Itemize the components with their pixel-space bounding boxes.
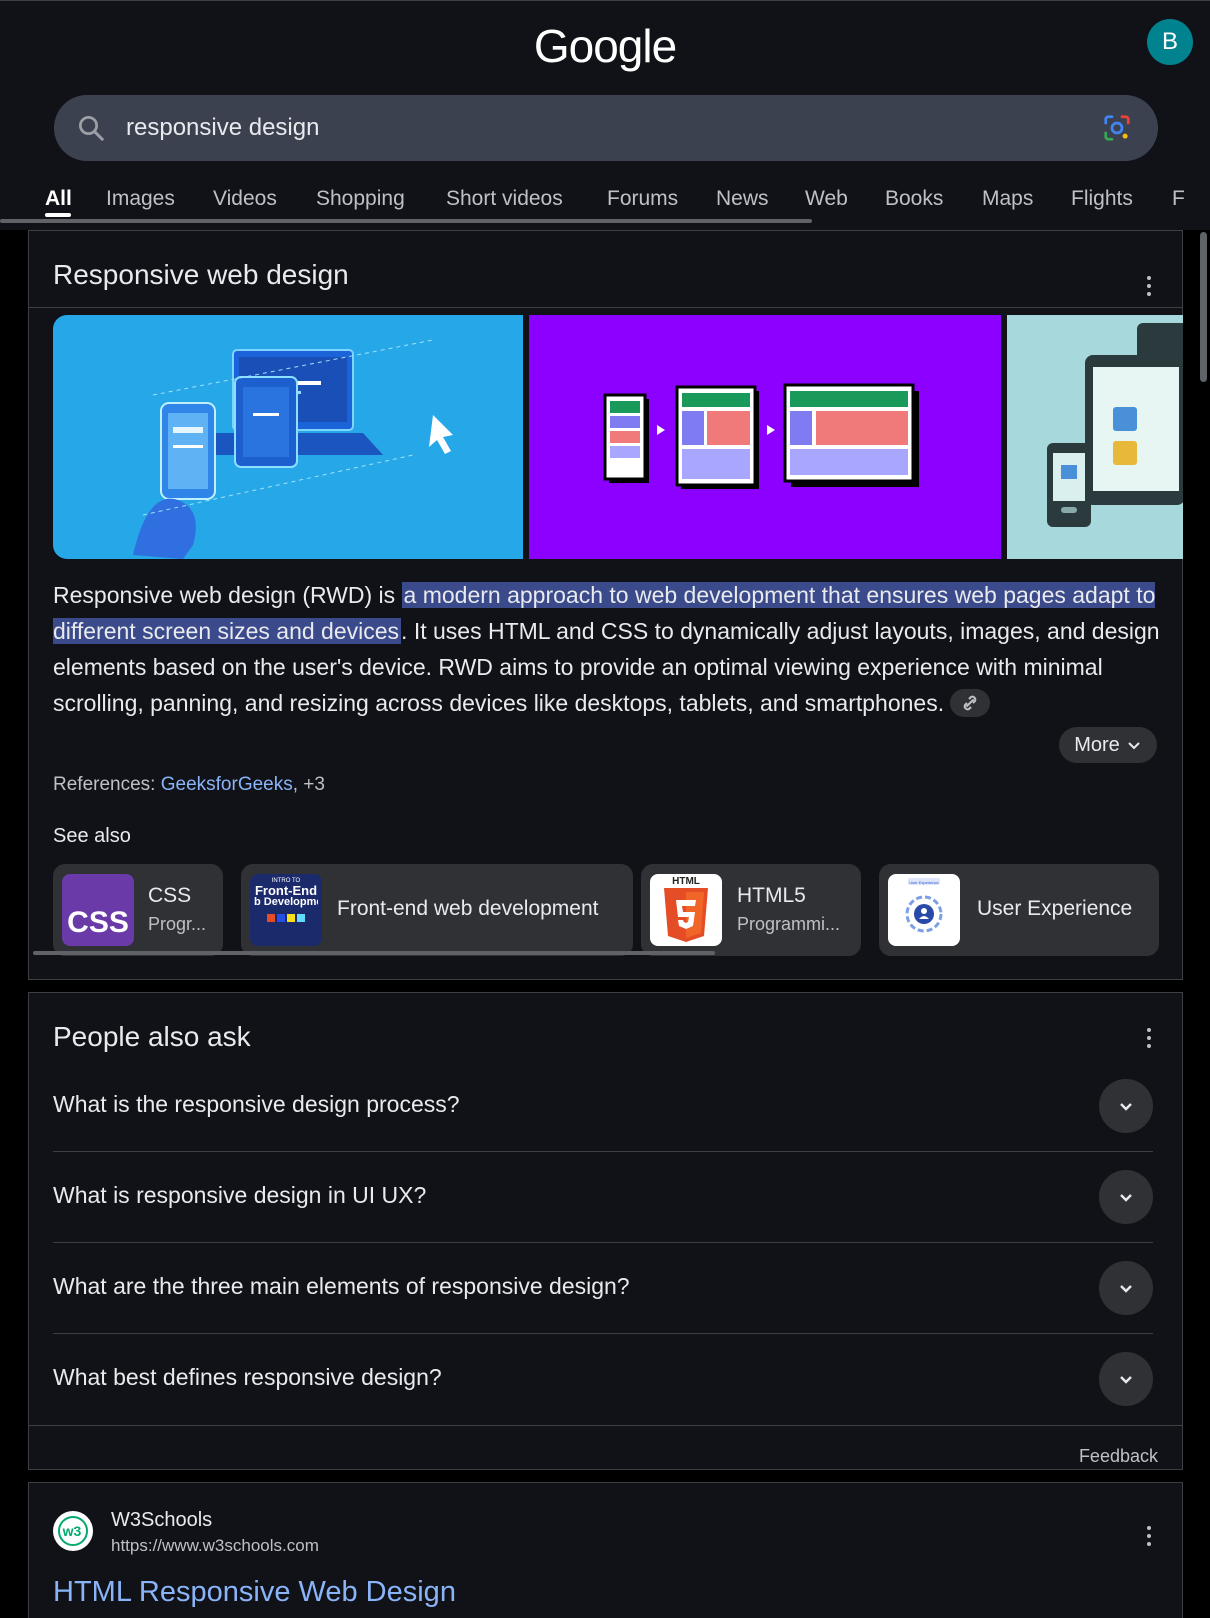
- page-scrollbar-thumb[interactable]: [1200, 232, 1207, 382]
- kebab-menu-icon[interactable]: [1139, 1523, 1159, 1549]
- tab-books[interactable]: Books: [885, 187, 943, 211]
- account-avatar[interactable]: B: [1147, 19, 1193, 65]
- google-lens-icon[interactable]: [1102, 113, 1132, 143]
- header: Google B responsive design All Images Vi…: [0, 0, 1210, 230]
- ux-diagram-text: User Experience: [909, 880, 939, 885]
- source-link-icon[interactable]: [950, 688, 991, 717]
- paa-question-row[interactable]: What is the responsive design process?: [53, 1061, 1153, 1152]
- result-title-link[interactable]: HTML Responsive Web Design: [53, 1576, 456, 1609]
- see-also-scrollbar[interactable]: [33, 951, 715, 955]
- knowledge-panel: Responsive web design Responsive web des…: [28, 230, 1183, 980]
- rwd-image-devices[interactable]: [53, 315, 523, 559]
- w3schools-favicon-icon[interactable]: w3: [53, 1511, 93, 1551]
- search-result-w3schools: w3 W3Schools https://www.w3schools.com H…: [28, 1482, 1183, 1618]
- tab-short-videos[interactable]: Short videos: [446, 187, 563, 211]
- page-scrollbar-track[interactable]: [1197, 230, 1210, 1618]
- more-label: More: [1074, 733, 1120, 756]
- html5-logo-text: HTML: [672, 876, 700, 887]
- chip-title: HTML5: [737, 884, 806, 907]
- search-tabs: All Images Videos Shopping Short videos …: [0, 179, 1210, 223]
- reference-link-geeksforgeeks[interactable]: GeeksforGeeks: [161, 774, 293, 795]
- see-also-chip-css[interactable]: CSS CSS Progr...: [53, 864, 223, 956]
- search-input[interactable]: responsive design: [126, 113, 319, 143]
- tab-images[interactable]: Images: [106, 187, 175, 211]
- expand-chevron-icon[interactable]: [1099, 1352, 1153, 1406]
- book-cover-line-2: Front-End: [254, 883, 318, 898]
- expand-chevron-icon[interactable]: [1099, 1170, 1153, 1224]
- more-button[interactable]: More: [1059, 727, 1157, 763]
- expand-chevron-icon[interactable]: [1099, 1261, 1153, 1315]
- search-icon[interactable]: [76, 113, 106, 143]
- result-site-name[interactable]: W3Schools: [111, 1509, 212, 1532]
- result-url[interactable]: https://www.w3schools.com: [111, 1536, 319, 1556]
- paa-question: What is the responsive design process?: [53, 1091, 460, 1117]
- see-also-chip-user-experience[interactable]: User Experience User Experience: [879, 864, 1159, 956]
- user-experience-diagram-icon: User Experience: [888, 874, 960, 946]
- tab-news[interactable]: News: [716, 187, 769, 211]
- rwd-image-tablet-phone[interactable]: [1007, 315, 1183, 559]
- kebab-menu-icon[interactable]: [1139, 1025, 1159, 1051]
- w3schools-favicon-text: w3: [62, 1523, 82, 1539]
- tab-more-partial[interactable]: F: [1172, 187, 1185, 211]
- tab-flights[interactable]: Flights: [1071, 187, 1133, 211]
- tab-forums[interactable]: Forums: [607, 187, 678, 211]
- css-logo-text: CSS: [67, 906, 129, 939]
- references-label: References:: [53, 774, 161, 795]
- feedback-link[interactable]: Feedback: [1079, 1446, 1158, 1467]
- see-also-chip-front-end[interactable]: INTRO TO Front-End b Developme Front-end…: [241, 864, 633, 956]
- chip-title: User Experience: [977, 897, 1133, 920]
- search-bar[interactable]: responsive design: [54, 95, 1158, 161]
- tab-web[interactable]: Web: [805, 187, 848, 211]
- kebab-menu-icon[interactable]: [1139, 273, 1159, 299]
- divider: [29, 1425, 1182, 1426]
- description-text-pre: Responsive web design (RWD) is: [53, 582, 402, 608]
- see-also-heading: See also: [53, 825, 131, 847]
- references: References: GeeksforGeeks, +3: [53, 774, 325, 796]
- google-logo[interactable]: Google: [0, 19, 1210, 73]
- people-also-ask-panel: People also ask What is the responsive d…: [28, 992, 1183, 1470]
- tab-maps[interactable]: Maps: [982, 187, 1033, 211]
- see-also-chip-html5[interactable]: HTML HTML5 Programmi...: [641, 864, 861, 956]
- chip-subtitle: Progr...: [148, 914, 207, 934]
- divider: [29, 307, 1182, 308]
- knowledge-panel-title: Responsive web design: [53, 259, 349, 290]
- chevron-down-icon: [1128, 742, 1140, 750]
- css-logo-icon: CSS: [62, 874, 134, 946]
- book-cover-line-3: b Developme: [254, 897, 318, 908]
- rwd-image-layouts[interactable]: [529, 315, 1001, 559]
- paa-question-row[interactable]: What is responsive design in UI UX?: [53, 1152, 1153, 1243]
- chip-title: CSS: [148, 884, 192, 907]
- expand-chevron-icon[interactable]: [1099, 1079, 1153, 1133]
- paa-question: What best defines responsive design?: [53, 1364, 442, 1390]
- tab-shopping[interactable]: Shopping: [316, 187, 405, 211]
- chip-subtitle: Programmi...: [737, 914, 841, 934]
- tab-videos[interactable]: Videos: [213, 187, 277, 211]
- paa-question-row[interactable]: What best defines responsive design?: [53, 1334, 1153, 1425]
- paa-question: What is responsive design in UI UX?: [53, 1182, 427, 1208]
- tab-all[interactable]: All: [45, 187, 72, 211]
- paa-question: What are the three main elements of resp…: [53, 1273, 630, 1299]
- active-tab-indicator: [45, 213, 71, 217]
- paa-question-row[interactable]: What are the three main elements of resp…: [53, 1243, 1153, 1334]
- people-also-ask-title: People also ask: [53, 1021, 251, 1052]
- html5-logo-icon: HTML: [650, 874, 722, 946]
- chip-title: Front-end web development: [337, 897, 599, 920]
- references-more[interactable]: , +3: [293, 774, 325, 795]
- tabs-scrollbar[interactable]: [0, 219, 812, 223]
- knowledge-panel-description: Responsive web design (RWD) is a modern …: [53, 577, 1189, 721]
- frontend-book-cover-icon: INTRO TO Front-End b Developme: [250, 874, 322, 946]
